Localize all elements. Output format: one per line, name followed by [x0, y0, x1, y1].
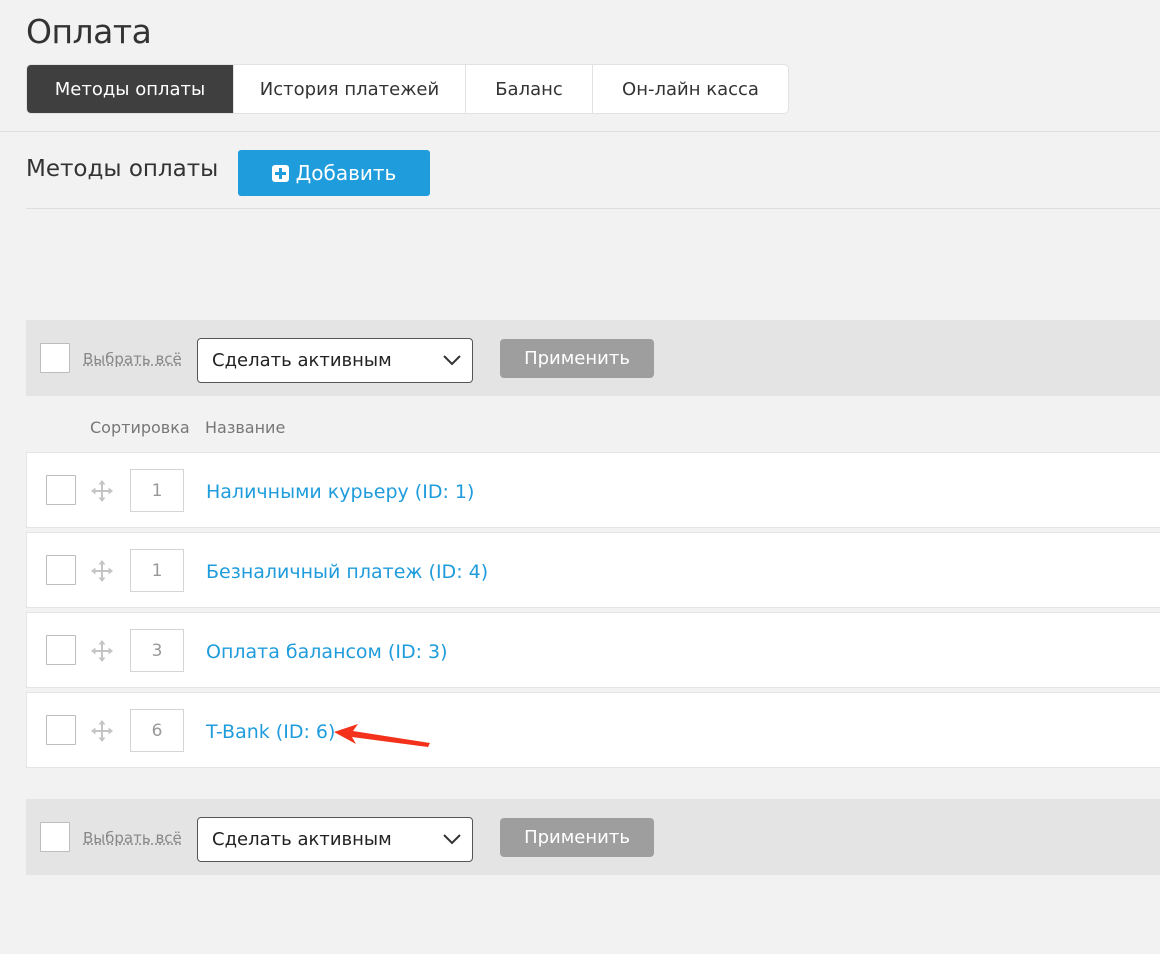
sort-order-input[interactable]: 1: [130, 549, 184, 592]
add-button[interactable]: Добавить: [238, 150, 430, 196]
table-row: 6 T-Bank (ID: 6): [26, 692, 1160, 768]
move-icon[interactable]: [91, 480, 113, 502]
table-row: 1 Безналичный платеж (ID: 4): [26, 532, 1160, 608]
tab-payment-methods[interactable]: Методы оплаты: [27, 65, 234, 113]
bulk-action-select[interactable]: Сделать активным: [197, 338, 473, 383]
payment-methods-list: 1 Наличными курьеру (ID: 1) 1 Безналичны…: [26, 452, 1160, 772]
table-row: 1 Наличными курьеру (ID: 1): [26, 452, 1160, 528]
add-button-label: Добавить: [295, 161, 397, 185]
sort-order-input[interactable]: 3: [130, 629, 184, 672]
bulk-action-bar-bottom: Выбрать всё Сделать активным Применить: [26, 799, 1160, 875]
page-title: Оплата: [26, 12, 152, 51]
bulk-action-bar-top: Выбрать всё Сделать активным Применить: [26, 320, 1160, 396]
row-checkbox[interactable]: [46, 555, 76, 585]
move-icon[interactable]: [91, 640, 113, 662]
payment-method-link[interactable]: Наличными курьеру (ID: 1): [206, 481, 474, 503]
table-row: 3 Оплата балансом (ID: 3): [26, 612, 1160, 688]
row-checkbox[interactable]: [46, 635, 76, 665]
bulk-action-select-value: Сделать активным: [212, 829, 392, 850]
payment-method-link[interactable]: T-Bank (ID: 6): [206, 721, 335, 743]
tab-payment-history[interactable]: История платежей: [234, 65, 466, 113]
move-icon[interactable]: [91, 720, 113, 742]
tab-balance[interactable]: Баланс: [466, 65, 593, 113]
chevron-down-icon: [443, 834, 461, 845]
select-all-link[interactable]: Выбрать всё: [83, 350, 182, 368]
row-checkbox[interactable]: [46, 475, 76, 505]
bulk-action-select[interactable]: Сделать активным: [197, 817, 473, 862]
row-checkbox[interactable]: [46, 715, 76, 745]
chevron-down-icon: [443, 355, 461, 366]
sort-order-input[interactable]: 1: [130, 469, 184, 512]
divider: [26, 208, 1160, 209]
move-icon[interactable]: [91, 560, 113, 582]
select-all-checkbox[interactable]: [40, 343, 70, 373]
select-all-link[interactable]: Выбрать всё: [83, 829, 182, 847]
payment-method-link[interactable]: Безналичный платеж (ID: 4): [206, 561, 488, 583]
plus-square-icon: [271, 164, 289, 182]
tab-online-cashbox[interactable]: Он-лайн касса: [593, 65, 788, 113]
select-all-checkbox[interactable]: [40, 822, 70, 852]
divider: [0, 131, 1160, 132]
payment-method-link[interactable]: Оплата балансом (ID: 3): [206, 641, 448, 663]
apply-button[interactable]: Применить: [500, 818, 654, 857]
sort-order-input[interactable]: 6: [130, 709, 184, 752]
tab-bar: Методы оплаты История платежей Баланс Он…: [26, 64, 789, 114]
annotation-arrow-icon: [334, 724, 430, 747]
column-header-name: Название: [205, 418, 286, 437]
bulk-action-select-value: Сделать активным: [212, 350, 392, 371]
column-header-sort: Сортировка: [90, 418, 190, 437]
apply-button[interactable]: Применить: [500, 339, 654, 378]
section-title: Методы оплаты: [26, 156, 219, 182]
